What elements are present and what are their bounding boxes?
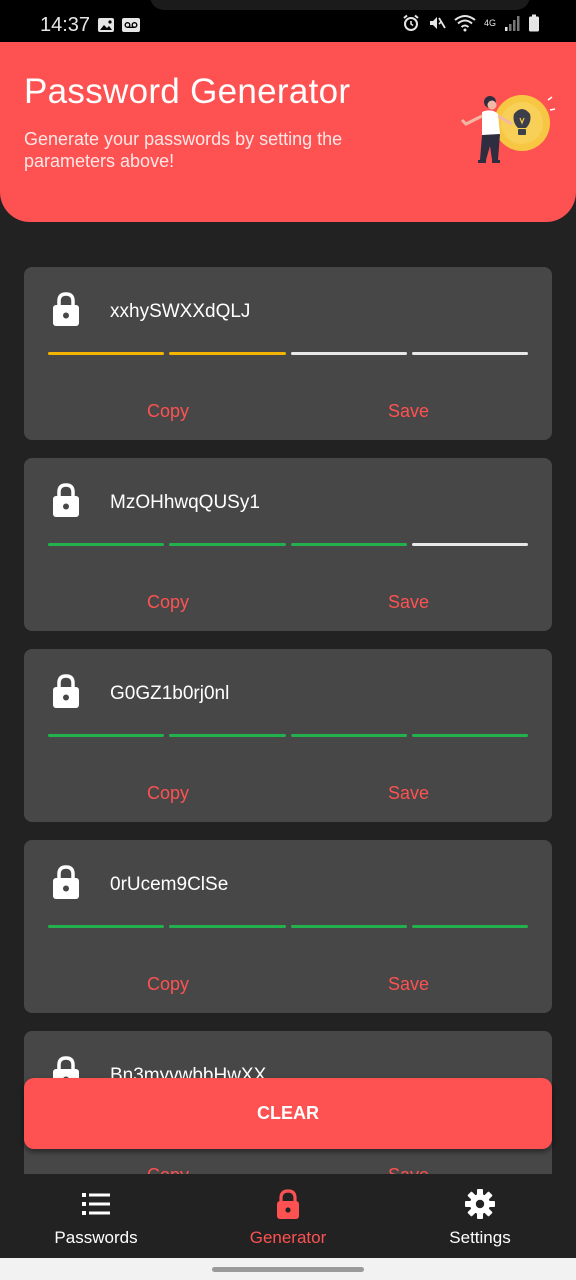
mute-icon [429, 17, 446, 29]
status-time: 14:37 [40, 14, 91, 36]
strength-segment [48, 352, 165, 355]
strength-segment [169, 734, 286, 737]
copy-button[interactable]: Copy [147, 974, 189, 995]
password-card: G0GZ1b0rj0nl Copy Save [24, 649, 552, 822]
save-button[interactable]: Save [388, 974, 429, 995]
strength-segment [169, 352, 286, 355]
status-bar: 14:37 4G [0, 0, 576, 42]
save-button[interactable]: Save [388, 783, 429, 804]
strength-segment [48, 925, 165, 928]
copy-button[interactable]: Copy [147, 401, 189, 422]
strength-meter [48, 734, 528, 737]
strength-meter [48, 543, 528, 546]
strength-segment [169, 925, 286, 928]
save-button[interactable]: Save [388, 401, 429, 422]
strength-segment [48, 543, 165, 546]
network-type: 4G [483, 17, 496, 28]
password-text: 0rUcem9ClSe [110, 874, 229, 895]
strength-segment [290, 734, 407, 737]
app-header: Password Generator Generate your passwor… [0, 42, 576, 222]
password-card: 0rUcem9ClSe Copy Save [24, 840, 552, 1013]
nav-label-passwords: Passwords [54, 1228, 138, 1247]
strength-segment [411, 543, 528, 546]
list-icon [82, 1193, 110, 1215]
signal-icon [505, 16, 520, 31]
alarm-icon [403, 14, 419, 31]
strength-segment [169, 543, 286, 546]
strength-meter [48, 352, 528, 355]
lock-icon [53, 483, 79, 517]
strength-segment [48, 734, 165, 737]
lock-icon [53, 292, 79, 326]
camera-notch [150, 0, 530, 10]
password-text: MzOHhwqQUSy1 [110, 492, 260, 513]
voicemail-icon [122, 18, 140, 32]
home-indicator[interactable] [212, 1267, 364, 1272]
nav-item-passwords[interactable]: Passwords [0, 1174, 192, 1258]
strength-segment [290, 352, 407, 355]
strength-segment [290, 543, 407, 546]
password-card: MzOHhwqQUSy1 Copy Save [24, 458, 552, 631]
strength-segment [411, 352, 528, 355]
nav-item-generator[interactable]: Generator [192, 1174, 384, 1258]
password-list[interactable]: xxhySWXXdQLJ Copy Save MzOHhwqQUSy1 Copy Save… [0, 222, 576, 1174]
status-icons: 4G [402, 14, 540, 32]
lock-icon [53, 674, 79, 708]
save-button[interactable]: Save [388, 1165, 429, 1174]
save-button[interactable]: Save [388, 592, 429, 613]
strength-meter [48, 925, 528, 928]
nav-item-settings[interactable]: Settings [384, 1174, 576, 1258]
wifi-icon [454, 15, 476, 32]
gear-icon [465, 1189, 495, 1219]
copy-button[interactable]: Copy [147, 783, 189, 804]
bottom-nav: Passwords Generator Settings [0, 1174, 576, 1258]
woman-with-lightbulb-illustration [460, 95, 556, 163]
copy-button[interactable]: Copy [147, 1165, 189, 1174]
strength-segment [411, 734, 528, 737]
clear-button[interactable]: CLEAR [24, 1078, 552, 1149]
nav-label-generator: Generator [249, 1228, 327, 1247]
password-text: xxhySWXXdQLJ [110, 301, 251, 322]
copy-button[interactable]: Copy [147, 592, 189, 613]
nav-label-settings: Settings [449, 1228, 511, 1247]
lock-icon [277, 1189, 299, 1219]
strength-segment [411, 925, 528, 928]
image-icon [98, 18, 114, 32]
strength-segment [290, 925, 407, 928]
password-text: G0GZ1b0rj0nl [110, 683, 230, 704]
battery-icon [529, 14, 539, 32]
lock-icon [53, 865, 79, 899]
password-card: xxhySWXXdQLJ Copy Save [24, 267, 552, 440]
system-nav-bar [0, 1258, 576, 1280]
page-subtitle: Generate your passwords by setting the p… [24, 129, 343, 171]
page-title: Password Generator [24, 72, 351, 111]
